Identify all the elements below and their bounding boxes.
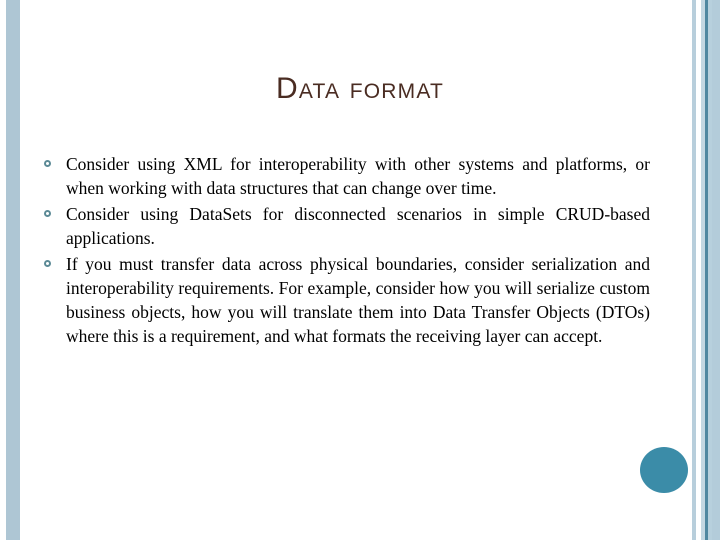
- slide-title: Data format: [275, 72, 445, 105]
- list-item: Consider using XML for interoperability …: [36, 152, 650, 200]
- hollow-circle-icon: [44, 260, 51, 267]
- right-accent-stripes: [686, 0, 720, 540]
- hollow-circle-icon: [44, 160, 51, 167]
- list-item-text: Consider using DataSets for disconnected…: [66, 204, 650, 248]
- list-item: Consider using DataSets for disconnected…: [36, 202, 650, 250]
- accent-circle-decoration: [640, 447, 688, 493]
- bullet-list: Consider using XML for interoperability …: [36, 152, 650, 350]
- presentation-slide: Data format Consider using XML for inter…: [0, 0, 720, 540]
- list-item-text: If you must transfer data across physica…: [66, 254, 650, 346]
- stripe-7: [712, 0, 720, 540]
- list-item-text: Consider using XML for interoperability …: [66, 154, 650, 198]
- left-accent-bar: [6, 0, 20, 540]
- list-item: If you must transfer data across physica…: [36, 252, 650, 348]
- hollow-circle-icon: [44, 210, 51, 217]
